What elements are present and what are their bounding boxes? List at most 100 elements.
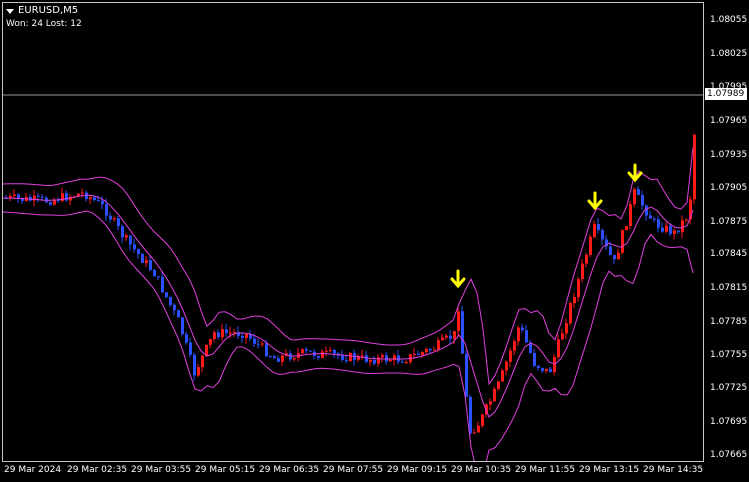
- candle-body: [617, 252, 620, 260]
- candle-body: [209, 339, 212, 345]
- candle-body: [477, 425, 480, 433]
- price-tick-label: 1.07905: [710, 183, 748, 193]
- candle-body: [253, 338, 256, 344]
- candle-body: [693, 135, 696, 200]
- candle-body: [433, 349, 436, 351]
- candle-body: [321, 351, 324, 358]
- candle-body: [225, 329, 228, 333]
- candle-body: [581, 263, 584, 280]
- candle-body: [405, 362, 408, 364]
- candle-body: [17, 194, 20, 199]
- candle-body: [381, 355, 384, 358]
- candle-body: [429, 349, 432, 351]
- candle-body: [561, 333, 564, 340]
- triangle-down-icon[interactable]: [6, 8, 14, 14]
- candle-body: [645, 205, 648, 216]
- candle-body: [457, 311, 460, 332]
- time-tick-label: 29 Mar 03:55: [131, 465, 192, 475]
- plot-area[interactable]: [2, 2, 704, 462]
- candle-body: [281, 355, 284, 362]
- candle-body: [185, 334, 188, 343]
- price-tick-label: 1.07695: [710, 417, 748, 427]
- candle-body: [437, 340, 440, 350]
- candle-body: [365, 355, 368, 362]
- candle-body: [273, 356, 276, 359]
- candle-body: [589, 236, 592, 255]
- candle-body: [213, 332, 216, 340]
- candle-body: [497, 381, 500, 389]
- candle-body: [609, 246, 612, 255]
- price-tick-label: 1.07845: [710, 249, 748, 259]
- candle-body: [669, 225, 672, 234]
- middle-band-line: [3, 194, 694, 418]
- candle-body: [565, 323, 568, 334]
- stats-label: Won: 24 Lost: 12: [6, 19, 82, 29]
- candle-body: [361, 355, 364, 357]
- candle-body: [37, 195, 40, 197]
- candle-body: [513, 341, 516, 351]
- candle-body: [489, 401, 492, 405]
- candle-body: [129, 235, 132, 245]
- candle-body: [533, 352, 536, 366]
- sell-signal-arrow-icon: [587, 191, 603, 211]
- candle-body: [521, 327, 524, 331]
- candle-body: [421, 352, 424, 356]
- candle-body: [525, 330, 528, 343]
- time-scale[interactable]: 29 Mar 2024 29 Mar 02:35 29 Mar 03:55 29 Ma…: [0, 462, 749, 482]
- candle-body: [345, 359, 348, 362]
- candle-body: [637, 189, 640, 195]
- candle-body: [165, 292, 168, 297]
- candle-body: [81, 192, 84, 194]
- candle-body: [545, 368, 548, 371]
- candle-body: [665, 225, 668, 232]
- candle-body: [417, 353, 420, 356]
- candle-body: [577, 279, 580, 298]
- candle-body: [149, 260, 152, 270]
- candle-body: [201, 355, 204, 368]
- candle-body: [329, 350, 332, 352]
- candle-body: [125, 235, 128, 238]
- price-scale[interactable]: 1.08055 1.08025 1.07995 1.07965 1.07935 1.079…: [704, 0, 749, 482]
- candle-body: [177, 310, 180, 318]
- candle-body: [389, 360, 392, 362]
- candle-body: [261, 343, 264, 345]
- time-tick-label: 29 Mar 13:15: [579, 465, 640, 475]
- candle-body: [549, 368, 552, 373]
- price-tick-label: 1.07935: [710, 150, 748, 160]
- chart-window[interactable]: EURUSD,M5 Won: 24 Lost: 12 1.08055 1.0802…: [0, 0, 749, 482]
- candle-body: [677, 230, 680, 233]
- candle-body: [109, 215, 112, 220]
- candle-body: [189, 342, 192, 355]
- candle-body: [465, 353, 468, 397]
- candle-body: [653, 218, 656, 220]
- candle-body: [585, 254, 588, 264]
- candle-body: [325, 350, 328, 352]
- candle-body: [425, 349, 428, 353]
- candle-body: [629, 204, 632, 226]
- candle-body: [333, 350, 336, 354]
- symbol-label: EURUSD,M5: [18, 5, 79, 16]
- price-tick-label: 1.07785: [710, 317, 748, 327]
- candle-body: [593, 223, 596, 237]
- candle-body: [65, 193, 68, 201]
- candle-body: [113, 218, 116, 220]
- candle-body: [181, 317, 184, 335]
- candle-body: [657, 219, 660, 228]
- time-tick-label: 29 Mar 10:35: [451, 465, 512, 475]
- candle-body: [505, 361, 508, 371]
- candle-body: [685, 219, 688, 221]
- candle-body: [89, 197, 92, 200]
- candle-body: [557, 339, 560, 357]
- candle-body: [569, 303, 572, 324]
- candle-body: [49, 202, 52, 205]
- price-tick-label: 1.07725: [710, 383, 748, 393]
- candle-body: [217, 332, 220, 338]
- candle-body: [509, 350, 512, 362]
- candle-body: [137, 249, 140, 255]
- candle-body: [493, 388, 496, 402]
- price-tick-label: 1.08055: [710, 15, 748, 25]
- candle-body: [269, 356, 272, 358]
- candle-body: [141, 254, 144, 263]
- candle-body: [105, 204, 108, 216]
- candle-body: [413, 353, 416, 355]
